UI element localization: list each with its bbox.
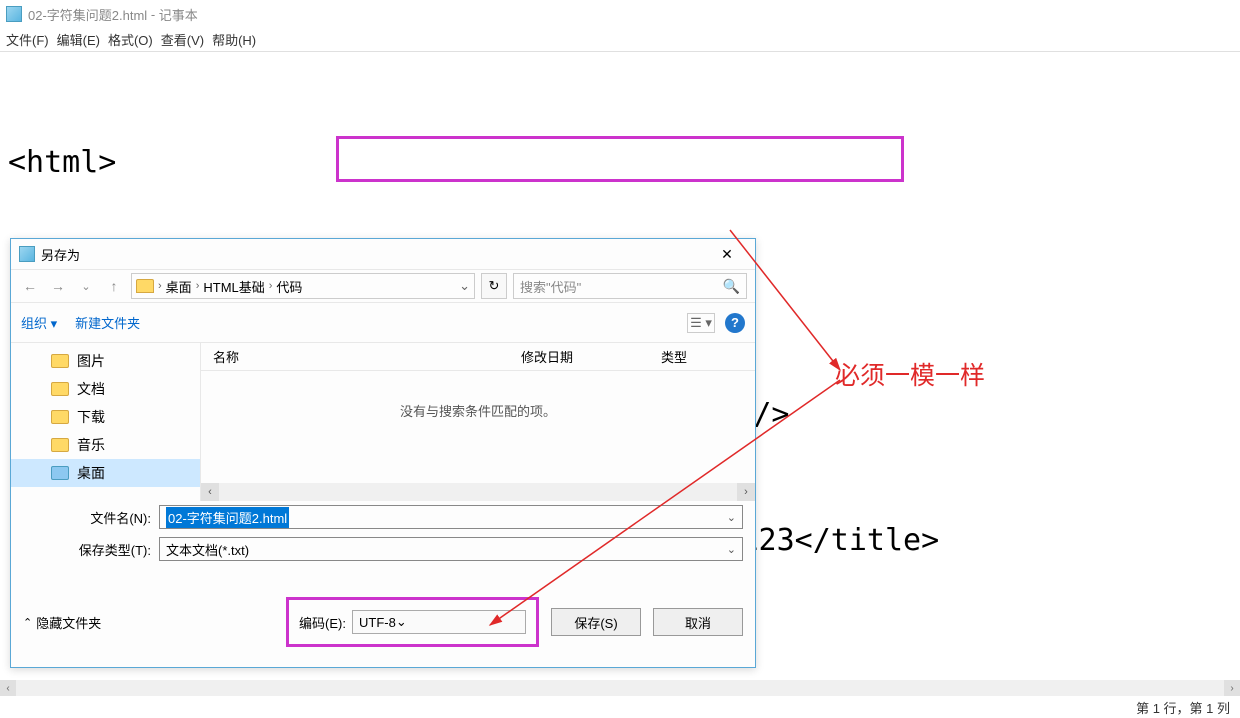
title-sep: -	[147, 7, 159, 22]
chevron-down-icon[interactable]: ⌄	[75, 275, 97, 297]
chevron-down-icon[interactable]: ⌄	[459, 278, 470, 294]
list-header: 名称 修改日期 类型	[201, 343, 755, 371]
folder-icon	[51, 354, 69, 368]
title-filename: 02-字符集问题2.html	[28, 5, 147, 24]
menu-format[interactable]: 格式(O)	[108, 30, 153, 49]
statusbar: 第 1 行，第 1 列	[1136, 696, 1230, 718]
savetype-value: 文本文档(*.txt)	[166, 540, 249, 559]
notepad-hscrollbar[interactable]: ‹ ›	[0, 680, 1240, 696]
chevron-down-icon[interactable]: ⌄	[396, 614, 407, 630]
notepad-titlebar: 02-字符集问题2.html - 记事本	[0, 0, 1240, 28]
folder-icon	[51, 466, 69, 480]
savetype-row: 保存类型(T): 文本文档(*.txt) ⌄	[11, 533, 755, 565]
notepad-icon	[6, 6, 22, 22]
encoding-select[interactable]: UTF-8 ⌄	[352, 610, 526, 634]
scroll-left-icon[interactable]: ‹	[0, 680, 16, 696]
encoding-label: 编码(E):	[299, 613, 346, 632]
chevron-right-icon: ›	[269, 280, 273, 292]
chevron-right-icon: ›	[196, 280, 200, 292]
filename-row: 文件名(N): 02-字符集问题2.html ⌄	[11, 501, 755, 533]
sidebar-item-documents[interactable]: 文档	[11, 375, 200, 403]
encoding-group: 编码(E): UTF-8 ⌄	[286, 597, 539, 647]
cancel-button[interactable]: 取消	[653, 608, 743, 636]
breadcrumb-seg2[interactable]: HTML基础	[203, 277, 264, 296]
col-date[interactable]: 修改日期	[521, 347, 661, 366]
scroll-left-icon[interactable]: ‹	[201, 483, 219, 501]
dialog-title: 另存为	[41, 245, 80, 264]
menu-edit[interactable]: 编辑(E)	[57, 30, 100, 49]
dialog-titlebar[interactable]: 另存为 ✕	[11, 239, 755, 269]
folder-icon	[51, 382, 69, 396]
scroll-right-icon[interactable]: ›	[737, 483, 755, 501]
breadcrumb-seg1[interactable]: 桌面	[166, 277, 192, 296]
up-icon[interactable]: ↑	[103, 275, 125, 297]
refresh-icon[interactable]: ↻	[481, 273, 507, 299]
help-icon[interactable]: ?	[725, 313, 745, 333]
search-placeholder: 搜索"代码"	[520, 277, 581, 296]
view-icon[interactable]: ☰ ▾	[687, 313, 715, 333]
sidebar-item-pictures[interactable]: 图片	[11, 347, 200, 375]
filename-label: 文件名(N):	[11, 508, 151, 527]
dialog-body: 图片 文档 下载 音乐 桌面 名称 修改日期 类型 没有与搜索条件匹配的项。 ‹…	[11, 343, 755, 501]
menubar: 文件(F) 编辑(E) 格式(O) 查看(V) 帮助(H)	[0, 28, 1240, 52]
close-icon[interactable]: ✕	[707, 242, 747, 266]
menu-view[interactable]: 查看(V)	[161, 30, 204, 49]
breadcrumb[interactable]: › 桌面 › HTML基础 › 代码 ⌄	[131, 273, 475, 299]
new-folder-button[interactable]: 新建文件夹	[75, 313, 140, 332]
col-name[interactable]: 名称	[201, 347, 521, 366]
title-app: 记事本	[159, 5, 198, 24]
sidebar-item-desktop[interactable]: 桌面	[11, 459, 200, 487]
dialog-footer: ⌃ 隐藏文件夹 编码(E): UTF-8 ⌄ 保存(S) 取消	[11, 565, 755, 659]
sidebar: 图片 文档 下载 音乐 桌面	[11, 343, 201, 501]
toolbar-row: 组织 ▾ 新建文件夹 ☰ ▾ ?	[11, 303, 755, 343]
empty-message: 没有与搜索条件匹配的项。	[201, 371, 755, 420]
filename-input[interactable]: 02-字符集问题2.html ⌄	[159, 505, 743, 529]
folder-icon	[51, 438, 69, 452]
forward-icon[interactable]: →	[47, 275, 69, 297]
breadcrumb-seg3[interactable]: 代码	[276, 277, 302, 296]
organize-button[interactable]: 组织 ▾	[21, 313, 57, 332]
scroll-track[interactable]	[219, 483, 737, 501]
menu-file[interactable]: 文件(F)	[6, 30, 49, 49]
folder-icon	[136, 279, 154, 293]
col-type[interactable]: 类型	[661, 347, 741, 366]
filename-value: 02-字符集问题2.html	[166, 507, 289, 528]
sidebar-item-music[interactable]: 音乐	[11, 431, 200, 459]
save-as-dialog: 另存为 ✕ ← → ⌄ ↑ › 桌面 › HTML基础 › 代码 ⌄ ↻ 搜索"…	[10, 238, 756, 668]
folder-icon	[51, 410, 69, 424]
dialog-icon	[19, 246, 35, 262]
search-input[interactable]: 搜索"代码" 🔍	[513, 273, 747, 299]
chevron-up-icon: ⌃	[23, 616, 32, 629]
scroll-right-icon[interactable]: ›	[1224, 680, 1240, 696]
savetype-label: 保存类型(T):	[11, 540, 151, 559]
sidebar-item-downloads[interactable]: 下载	[11, 403, 200, 431]
chevron-right-icon: ›	[158, 280, 162, 292]
annotation-text: 必须一模一样	[835, 356, 985, 392]
hscrollbar[interactable]: ‹ ›	[201, 483, 755, 501]
savetype-select[interactable]: 文本文档(*.txt) ⌄	[159, 537, 743, 561]
menu-help[interactable]: 帮助(H)	[212, 30, 256, 49]
code-line-1: <html>	[8, 142, 1232, 184]
chevron-down-icon[interactable]: ⌄	[727, 543, 736, 556]
save-button[interactable]: 保存(S)	[551, 608, 641, 636]
back-icon[interactable]: ←	[19, 275, 41, 297]
file-list[interactable]: 名称 修改日期 类型 没有与搜索条件匹配的项。 ‹ ›	[201, 343, 755, 501]
hide-folders-toggle[interactable]: ⌃ 隐藏文件夹	[23, 613, 101, 632]
scroll-track[interactable]	[16, 680, 1224, 696]
search-icon: 🔍	[723, 278, 740, 295]
chevron-down-icon[interactable]: ⌄	[727, 511, 736, 524]
nav-row: ← → ⌄ ↑ › 桌面 › HTML基础 › 代码 ⌄ ↻ 搜索"代码" 🔍	[11, 269, 755, 303]
